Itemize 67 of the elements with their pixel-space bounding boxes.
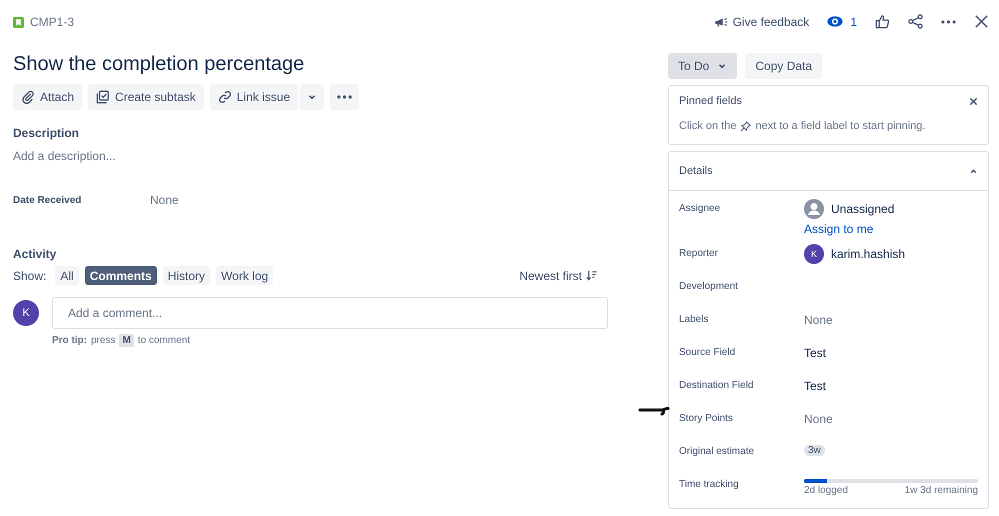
description-field[interactable]: Add a description... — [13, 149, 608, 163]
pinned-hint: Click on the — [679, 120, 736, 132]
give-feedback-button[interactable]: Give feedback — [714, 14, 810, 28]
filter-tab[interactable]: Work log — [216, 266, 274, 285]
reporter-value[interactable]: karim.hashish — [831, 244, 906, 264]
link-icon — [218, 90, 232, 104]
panel-title: Pinned fields — [679, 95, 742, 107]
create-subtask-button[interactable]: Create subtask — [88, 84, 204, 110]
field-label: Development — [679, 280, 739, 294]
thumbs-up-icon[interactable] — [875, 14, 890, 29]
field-label: Original estimate — [679, 445, 756, 459]
issue-title: Show the completion percentage — [13, 52, 306, 76]
paperclip-icon — [21, 90, 35, 104]
status-dropdown[interactable]: To Do — [668, 53, 738, 79]
field-label: Story Points — [679, 412, 734, 426]
close-icon[interactable] — [974, 14, 989, 29]
field-value[interactable]: None — [150, 193, 179, 207]
close-icon[interactable] — [969, 96, 978, 106]
field-value[interactable]: None — [804, 313, 833, 327]
tip-text: to comment — [138, 335, 190, 346]
field-label: Date Received — [13, 194, 82, 206]
pinned-hint: next to a field label to start pinning. — [755, 120, 926, 132]
comment-field[interactable]: Add a comment... — [52, 297, 608, 329]
activity-heading: Activity — [13, 247, 58, 261]
panel-title: Details — [679, 165, 713, 177]
more-button[interactable] — [330, 84, 360, 110]
eye-icon — [827, 16, 844, 27]
story-icon — [13, 16, 24, 28]
pro-tip-label: Pro tip: — [52, 335, 87, 346]
field-label: Destination Field — [679, 379, 754, 393]
show-label: Show: — [13, 268, 46, 282]
subtask-icon — [96, 90, 110, 104]
field-value[interactable]: None — [804, 412, 833, 426]
field-label: Labels — [679, 313, 710, 327]
link-issue-button[interactable]: Link issue — [210, 84, 298, 110]
user-silhouette-icon — [804, 199, 824, 219]
filter-tab[interactable]: All — [55, 266, 79, 285]
estimate-tag[interactable]: 3w — [804, 445, 825, 456]
filter-tab[interactable]: Comments — [84, 266, 157, 285]
description-label: Description — [13, 126, 80, 140]
more-icon[interactable] — [941, 20, 956, 24]
field-label: Reporter — [679, 247, 719, 261]
time-logged: 2d logged — [804, 485, 848, 496]
filter-tab[interactable]: History — [162, 266, 210, 285]
watch-button[interactable]: 1 — [827, 14, 857, 28]
sort-button[interactable]: Newest first — [513, 268, 603, 284]
keyboard-key: M — [119, 334, 134, 347]
field-label: Time tracking — [679, 478, 740, 492]
field-value[interactable]: Test — [804, 379, 826, 393]
collapse-icon[interactable] — [969, 166, 978, 176]
copy-data-button[interactable]: Copy Data — [745, 53, 822, 79]
user-avatar: K — [13, 300, 39, 326]
attach-button[interactable]: Attach — [13, 84, 82, 110]
hand-drawn-arrow-icon — [638, 404, 670, 416]
user-avatar: K — [804, 244, 824, 264]
pin-icon — [740, 120, 752, 132]
share-icon[interactable] — [908, 14, 923, 29]
more-icon — [337, 95, 352, 99]
assign-to-me-link[interactable]: Assign to me — [804, 222, 978, 236]
assignee-value[interactable]: Unassigned — [831, 199, 894, 219]
sort-icon — [586, 270, 597, 281]
field-value[interactable]: Test — [804, 346, 826, 360]
issue-key-link[interactable]: CMP1-3 — [30, 15, 74, 29]
time-remaining: 1w 3d remaining — [904, 485, 978, 496]
tip-text: press — [91, 335, 116, 346]
field-label: Source Field — [679, 346, 736, 360]
field-label: Assignee — [679, 202, 722, 216]
